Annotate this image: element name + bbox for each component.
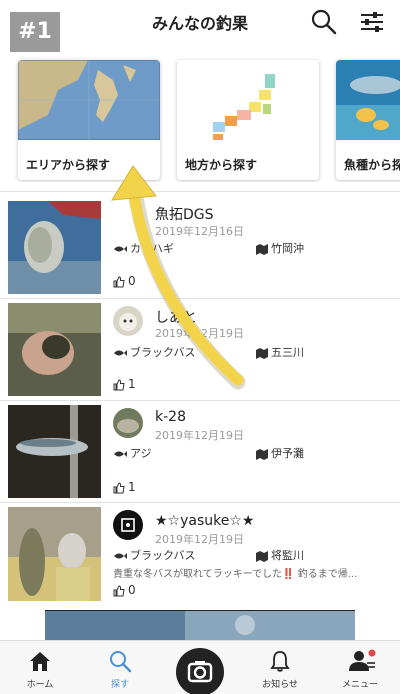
post-fish: カワハギ: [113, 240, 174, 256]
divider: [0, 502, 400, 503]
post-date: 2019年12月19日: [155, 327, 244, 340]
post-place-name: 五三川: [271, 346, 304, 359]
post-fish-name: カワハギ: [130, 242, 174, 255]
sliders-icon[interactable]: [358, 8, 386, 36]
post-place-name: 将監川: [271, 549, 304, 562]
region-search-label: 地方から探す: [185, 158, 258, 172]
post-fish: ブラックバス: [113, 547, 195, 563]
tab-notifications[interactable]: お知らせ: [240, 641, 320, 694]
avatar[interactable]: [113, 306, 143, 336]
post-date: 2019年12月19日: [155, 533, 244, 546]
post-fish-name: アジ: [130, 447, 152, 460]
tab-home-label: ホーム: [26, 680, 54, 690]
avatar[interactable]: [113, 510, 143, 540]
fish-icon: [114, 246, 127, 252]
page-title: みんなの釣果: [151, 14, 248, 33]
species-search-card[interactable]: 魚種から探す: [336, 60, 400, 180]
fish-icon: [114, 553, 127, 559]
post-likes[interactable]: 0: [113, 583, 136, 597]
bell-icon: [270, 651, 290, 672]
tab-search[interactable]: 探す: [80, 641, 160, 694]
map-icon: [256, 448, 268, 460]
post-username: k-28: [155, 409, 186, 425]
camera-button[interactable]: [176, 648, 224, 694]
category-carousel: エリアから探す 地方から探す 魚種から探す: [0, 52, 400, 182]
post-photo: [8, 201, 101, 294]
post-place-name: 伊予灘: [271, 447, 304, 460]
tab-menu-label: メニュー: [341, 680, 378, 690]
tab-notifications-label: お知らせ: [262, 680, 298, 690]
post-place: 竹岡沖: [256, 240, 304, 256]
post-fish-name: ブラックバス: [130, 346, 196, 359]
japan-region-map: [177, 60, 319, 140]
post-photo: [8, 507, 101, 601]
post-place: 伊予灘: [256, 445, 304, 461]
map-icon: [256, 243, 268, 255]
map-photo: [18, 60, 160, 140]
post-fish: ブラックバス: [113, 344, 195, 360]
search-icon[interactable]: [310, 8, 338, 36]
post-item[interactable]: k-28 2019年12月19日 アジ 伊予灘 1: [0, 405, 400, 500]
post-photo: [8, 303, 101, 396]
region-search-card[interactable]: 地方から探す: [177, 60, 319, 180]
post-fish: アジ: [113, 445, 152, 461]
fish-icon: [114, 350, 127, 356]
post-username: しあと: [155, 310, 197, 326]
post-like-count: 0: [128, 274, 136, 288]
tab-home[interactable]: ホーム: [0, 641, 80, 694]
post-like-count: 0: [128, 583, 136, 597]
camera-icon: [187, 661, 213, 683]
post-item[interactable]: 魚拓DGS 2019年12月16日 カワハギ 竹岡沖 0: [0, 200, 400, 295]
post-like-count: 1: [128, 480, 136, 494]
thumbs-up-icon: [113, 378, 125, 390]
post-likes[interactable]: 1: [113, 480, 136, 494]
post-place: 五三川: [256, 344, 304, 360]
divider: [0, 298, 400, 299]
post-photo: [45, 611, 355, 640]
species-search-label: 魚種から探す: [344, 158, 400, 172]
divider: [0, 191, 400, 192]
post-date: 2019年12月19日: [155, 429, 244, 442]
map-icon: [256, 347, 268, 359]
post-fish-name: ブラックバス: [130, 549, 196, 562]
post-likes[interactable]: 0: [113, 274, 136, 288]
post-description: 貴重な冬バスが取れてラッキーでした‼️ 釣るまで帰...: [113, 569, 358, 580]
tab-search-label: 探す: [110, 680, 129, 690]
tab-menu[interactable]: メニュー: [320, 641, 400, 694]
post-date: 2019年12月16日: [155, 225, 244, 238]
avatar[interactable]: [113, 408, 143, 438]
fish-photo: [336, 60, 400, 140]
step-badge: #1: [10, 12, 60, 52]
post-likes[interactable]: 1: [113, 377, 136, 391]
fish-icon: [114, 451, 127, 457]
post-username: 魚拓DGS: [155, 207, 214, 223]
thumbs-up-icon: [113, 275, 125, 287]
post-username: ★☆yasuke☆★: [155, 513, 255, 529]
divider: [0, 400, 400, 401]
search-icon: [110, 651, 132, 673]
post-like-count: 1: [128, 377, 136, 391]
post-place-name: 竹岡沖: [271, 242, 304, 255]
thumbs-up-icon: [113, 481, 125, 493]
post-place: 将監川: [256, 547, 304, 563]
post-item[interactable]: しあと 2019年12月19日 ブラックバス 五三川 1: [0, 303, 400, 398]
area-search-label: エリアから探す: [26, 158, 111, 172]
user-menu-icon: [349, 649, 376, 671]
thumbs-up-icon: [113, 584, 125, 596]
post-photo: [8, 405, 101, 498]
home-icon: [30, 652, 50, 671]
app-header: みんなの釣果: [0, 0, 400, 44]
map-icon: [256, 550, 268, 562]
post-item[interactable]: ★☆yasuke☆★ 2019年12月19日 ブラックバス 将監川 貴重な冬バス…: [0, 507, 400, 603]
area-search-card[interactable]: エリアから探す: [18, 60, 160, 180]
